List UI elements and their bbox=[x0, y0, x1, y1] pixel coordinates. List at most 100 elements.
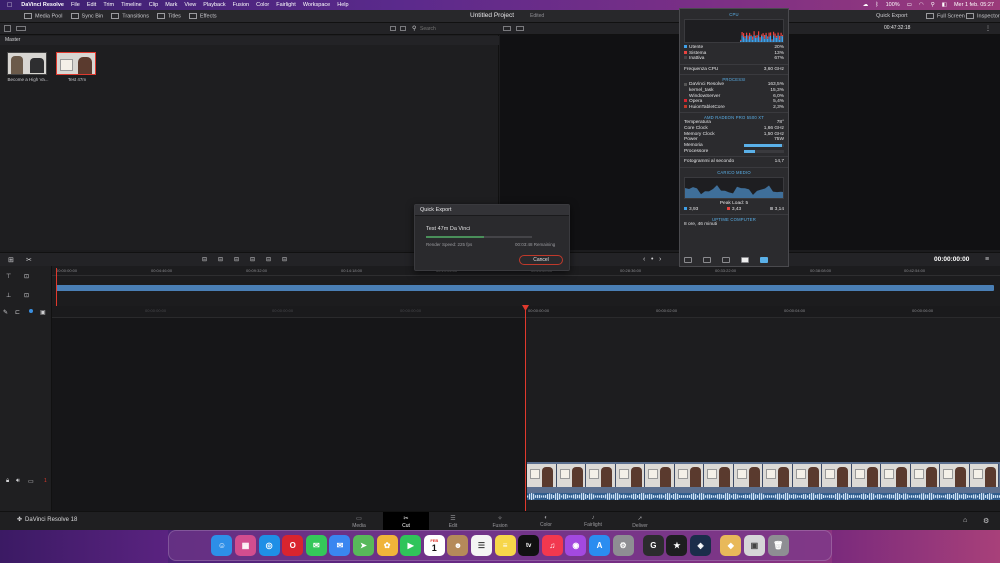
dock-notes-icon[interactable]: ≡ bbox=[494, 535, 516, 556]
menu-playback[interactable]: Playback bbox=[203, 2, 225, 8]
inspector-button[interactable]: Inspector bbox=[966, 12, 1000, 19]
page-fairlight[interactable]: ♪ Fairlight bbox=[570, 512, 616, 531]
video-clip-filmstrip[interactable] bbox=[527, 462, 1000, 493]
sync-bin-button[interactable]: Sync Bin bbox=[70, 12, 103, 19]
menu-help[interactable]: Help bbox=[337, 2, 348, 8]
page-cut[interactable]: ✂ Cut bbox=[383, 512, 429, 531]
dock-reminders-icon[interactable]: ☰ bbox=[471, 535, 492, 556]
menu-clock[interactable]: Mer 1 feb. 05:27 bbox=[954, 2, 994, 8]
timeline-menu-icon[interactable]: ≡ bbox=[985, 256, 989, 263]
search-menu-icon[interactable]: ⚲ bbox=[931, 2, 935, 8]
search-icon[interactable]: ⚲ bbox=[412, 25, 416, 32]
effects-button[interactable]: Effects bbox=[188, 12, 217, 19]
dock-facetime-icon[interactable]: ▶ bbox=[400, 535, 422, 556]
titles-button[interactable]: Titles bbox=[156, 12, 181, 19]
battery-percent[interactable]: 100% bbox=[886, 2, 900, 8]
next-clip-icon[interactable]: › bbox=[659, 256, 661, 263]
bluetooth-icon[interactable]: ᛒ bbox=[875, 2, 878, 8]
place-on-top-icon[interactable]: ⊟ bbox=[266, 256, 271, 263]
viewer-mode-icon[interactable] bbox=[516, 26, 524, 31]
menu-timeline[interactable]: Timeline bbox=[121, 2, 142, 8]
viewer-toggle-icon[interactable]: ▣ bbox=[40, 309, 46, 316]
dock-launchpad-icon[interactable]: ▦ bbox=[235, 535, 257, 556]
memory-tab-icon[interactable] bbox=[722, 257, 730, 263]
dock-calendar-icon[interactable]: FEB 1 bbox=[423, 535, 445, 556]
dock-preview-icon[interactable]: ▣ bbox=[743, 535, 765, 556]
track-tool-icon[interactable]: ⊡ bbox=[24, 273, 29, 280]
page-edit[interactable]: ☰ Edit bbox=[430, 512, 476, 531]
transitions-button[interactable]: Transitions bbox=[111, 12, 149, 19]
thumbnail-view-icon[interactable] bbox=[400, 26, 406, 31]
link-icon[interactable]: ⊏ bbox=[15, 309, 20, 316]
menu-workspace[interactable]: Workspace bbox=[303, 2, 330, 8]
scissors-icon[interactable]: ✂ bbox=[26, 256, 32, 264]
control-center-icon[interactable]: ◧ bbox=[942, 2, 947, 8]
media-clip-become[interactable]: Become a High Va... bbox=[7, 52, 49, 82]
menu-trim[interactable]: Trim bbox=[103, 2, 114, 8]
smart-insert-icon[interactable]: ⊟ bbox=[202, 256, 207, 263]
viewer-layout-icon[interactable] bbox=[503, 26, 511, 31]
menu-fusion[interactable]: Fusion bbox=[233, 2, 250, 8]
menu-view[interactable]: View bbox=[184, 2, 196, 8]
quick-export-button[interactable]: Quick Export bbox=[876, 13, 907, 19]
apple-menu-icon[interactable]:  bbox=[7, 2, 12, 9]
speaker-icon[interactable]: 🔊︎ bbox=[16, 478, 20, 485]
media-pool-button[interactable]: Media Pool bbox=[24, 12, 63, 19]
dock-trash-icon[interactable]: 🗑 bbox=[767, 535, 789, 556]
cloud-icon[interactable]: ☁ bbox=[863, 2, 869, 8]
prev-clip-icon[interactable]: ‹ bbox=[643, 256, 645, 263]
snap-icon[interactable]: ✎ bbox=[3, 309, 8, 316]
dock-messages-icon[interactable]: ✉ bbox=[305, 535, 327, 556]
dock-app-g-icon[interactable]: G bbox=[642, 535, 664, 556]
timeline-settings-icon[interactable]: ⊞ bbox=[8, 256, 14, 264]
close-up-icon[interactable]: ⊟ bbox=[250, 256, 255, 263]
dock-system-preferences-icon[interactable]: ⚙ bbox=[612, 535, 634, 556]
dock-apple-tv-icon[interactable]: tv bbox=[518, 535, 540, 556]
source-overwrite-icon[interactable]: ⊟ bbox=[282, 256, 287, 263]
dock-safari-icon[interactable]: ◎ bbox=[258, 535, 280, 556]
track-tool-icon[interactable]: ⊤ bbox=[6, 273, 11, 280]
gpu-tab-icon[interactable] bbox=[703, 257, 711, 263]
track-tool-icon[interactable]: ⊡ bbox=[24, 292, 29, 299]
monitor-icon[interactable]: ▭ bbox=[28, 478, 34, 485]
menu-fairlight[interactable]: Fairlight bbox=[276, 2, 296, 8]
settings-gear-icon[interactable]: ⚙ bbox=[983, 517, 989, 525]
playhead-dot-icon[interactable]: • bbox=[651, 256, 653, 263]
lock-icon[interactable]: 🔒︎ bbox=[6, 478, 9, 485]
search-input[interactable] bbox=[420, 24, 480, 33]
page-color[interactable]: ◐ Color bbox=[523, 512, 569, 531]
dock-davinci-resolve-icon[interactable]: ◈ bbox=[690, 535, 712, 556]
menu-file[interactable]: File bbox=[71, 2, 80, 8]
track-tool-icon[interactable]: ⊥ bbox=[6, 292, 11, 299]
audio-waveform[interactable] bbox=[527, 492, 1000, 501]
append-icon[interactable]: ⊟ bbox=[218, 256, 223, 263]
menu-clip[interactable]: Clip bbox=[149, 2, 158, 8]
wifi-icon[interactable]: ◠ bbox=[919, 2, 924, 8]
home-icon[interactable]: ⌂ bbox=[963, 517, 967, 524]
dock-app-store-icon[interactable]: A bbox=[588, 535, 610, 556]
network-tab-icon[interactable] bbox=[760, 257, 768, 263]
more-options-icon[interactable]: ⋮ bbox=[985, 25, 991, 32]
track-color-dot[interactable] bbox=[29, 309, 33, 313]
dock-music-icon[interactable]: ♫ bbox=[541, 535, 563, 556]
full-screen-button[interactable]: Full Screen bbox=[926, 12, 965, 19]
menu-mark[interactable]: Mark bbox=[165, 2, 177, 8]
dock-archive-icon[interactable]: ◆ bbox=[720, 535, 742, 556]
layout-toggle-icon[interactable] bbox=[4, 25, 11, 32]
ripple-overwrite-icon[interactable]: ⊟ bbox=[234, 256, 239, 263]
menu-app-name[interactable]: DaVinci Resolve bbox=[21, 2, 64, 8]
dock-podcasts-icon[interactable]: ◉ bbox=[565, 535, 587, 556]
grid-view-icon[interactable] bbox=[390, 26, 396, 31]
media-clip-test-47m[interactable]: Test 47m bbox=[56, 52, 98, 82]
upper-playhead[interactable] bbox=[56, 268, 57, 306]
list-view-icon[interactable] bbox=[16, 26, 26, 31]
page-media[interactable]: ▭ Media bbox=[336, 512, 382, 531]
upper-video-track-clip[interactable] bbox=[56, 285, 994, 291]
dock-finder-icon[interactable]: ☺ bbox=[211, 535, 233, 556]
dock-opera-icon[interactable]: O bbox=[282, 535, 304, 556]
cpu-tab-icon[interactable] bbox=[684, 257, 692, 263]
dock-final-cut-icon[interactable]: ★ bbox=[666, 535, 688, 556]
disk-tab-icon[interactable] bbox=[741, 257, 749, 263]
dock-photos-icon[interactable]: ✿ bbox=[376, 535, 398, 556]
lower-playhead[interactable] bbox=[525, 306, 526, 511]
